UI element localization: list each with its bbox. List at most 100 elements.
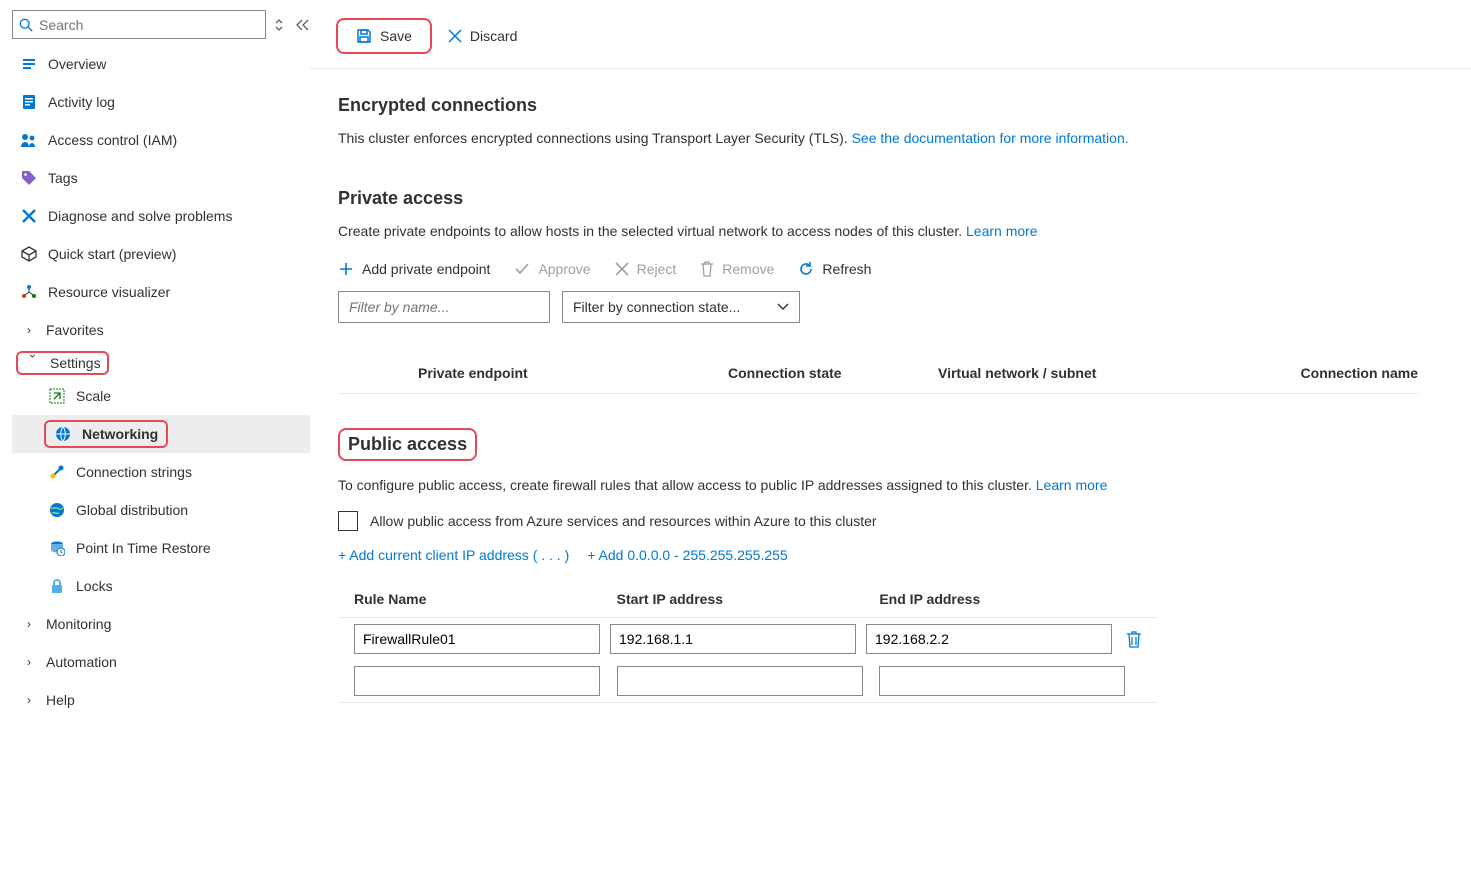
sidebar-item-label: Access control (IAM) bbox=[48, 132, 177, 148]
access-control-icon bbox=[20, 131, 38, 149]
col-vnet-subnet: Virtual network / subnet bbox=[938, 365, 1248, 381]
rule-name-input[interactable] bbox=[354, 666, 600, 696]
sidebar-group-automation[interactable]: › Automation bbox=[12, 643, 310, 681]
end-ip-input[interactable] bbox=[879, 666, 1125, 696]
chevron-right-icon: › bbox=[20, 323, 38, 337]
sidebar-group-label: Monitoring bbox=[46, 616, 111, 632]
networking-icon bbox=[54, 425, 72, 443]
reject-button: Reject bbox=[615, 261, 677, 277]
public-learn-more-link[interactable]: Learn more bbox=[1036, 477, 1108, 493]
discard-button[interactable]: Discard bbox=[438, 24, 527, 48]
save-icon bbox=[356, 28, 372, 44]
col-rule-name: Rule Name bbox=[354, 591, 617, 607]
sidebar-item-label: Tags bbox=[48, 170, 78, 186]
col-connection-name: Connection name bbox=[1248, 365, 1418, 381]
tags-icon bbox=[20, 169, 38, 187]
add-client-ip-link[interactable]: + Add current client IP address ( . . . … bbox=[338, 547, 569, 563]
public-heading: Public access bbox=[348, 434, 467, 454]
sidebar-item-networking[interactable]: Networking bbox=[12, 415, 310, 453]
firewall-rules-table: Rule Name Start IP address End IP addres… bbox=[338, 581, 1158, 703]
private-body: Create private endpoints to allow hosts … bbox=[338, 221, 1431, 241]
x-icon bbox=[615, 262, 629, 276]
sidebar-item-locks[interactable]: Locks bbox=[12, 567, 310, 605]
sidebar-group-label: Favorites bbox=[46, 322, 104, 338]
start-ip-input[interactable] bbox=[610, 624, 856, 654]
sidebar-group-monitoring[interactable]: › Monitoring bbox=[12, 605, 310, 643]
allow-public-access-checkbox[interactable] bbox=[338, 511, 358, 531]
col-private-endpoint: Private endpoint bbox=[418, 365, 728, 381]
refresh-icon bbox=[798, 261, 814, 277]
sidebar-item-label: Locks bbox=[76, 578, 113, 594]
save-label: Save bbox=[380, 28, 412, 44]
sidebar-item-scale[interactable]: Scale bbox=[12, 377, 310, 415]
sidebar-item-label: Resource visualizer bbox=[48, 284, 170, 300]
encrypted-heading: Encrypted connections bbox=[338, 95, 1431, 116]
save-button-highlight: Save bbox=[336, 18, 432, 54]
sidebar-group-help[interactable]: › Help bbox=[12, 681, 310, 719]
rule-name-input[interactable] bbox=[354, 624, 600, 654]
filter-by-name-input[interactable] bbox=[338, 291, 550, 323]
start-ip-input[interactable] bbox=[617, 666, 863, 696]
public-access-heading-highlight: Public access bbox=[338, 428, 477, 461]
chevron-down-icon bbox=[777, 303, 789, 311]
expand-collapse-icon[interactable] bbox=[274, 18, 284, 32]
sidebar-group-label: Help bbox=[46, 692, 75, 708]
sidebar-item-overview[interactable]: Overview bbox=[12, 45, 310, 83]
sidebar-item-quick-start[interactable]: Quick start (preview) bbox=[12, 235, 310, 273]
sidebar-item-label: Networking bbox=[82, 426, 158, 442]
sidebar-item-tags[interactable]: Tags bbox=[12, 159, 310, 197]
encrypted-doc-link[interactable]: See the documentation for more informati… bbox=[852, 130, 1129, 146]
encrypted-body: This cluster enforces encrypted connecti… bbox=[338, 128, 1431, 148]
add-private-endpoint-button[interactable]: Add private endpoint bbox=[338, 261, 490, 277]
end-ip-input[interactable] bbox=[866, 624, 1112, 654]
discard-label: Discard bbox=[470, 28, 517, 44]
col-connection-state: Connection state bbox=[728, 365, 938, 381]
delete-rule-button[interactable] bbox=[1126, 630, 1142, 648]
sidebar-item-label: Activity log bbox=[48, 94, 115, 110]
sidebar-item-access-control[interactable]: Access control (IAM) bbox=[12, 121, 310, 159]
col-start-ip: Start IP address bbox=[617, 591, 880, 607]
search-input[interactable] bbox=[39, 17, 259, 33]
remove-button: Remove bbox=[700, 261, 774, 277]
point-in-time-restore-icon bbox=[48, 539, 66, 557]
filter-by-state-select[interactable]: Filter by connection state... bbox=[562, 291, 800, 323]
sidebar-group-favorites[interactable]: › Favorites bbox=[12, 311, 310, 349]
sidebar-item-label: Point In Time Restore bbox=[76, 540, 211, 556]
sidebar-item-connection-strings[interactable]: Connection strings bbox=[12, 453, 310, 491]
private-endpoint-table: Private endpoint Connection state Virtua… bbox=[338, 353, 1418, 394]
sidebar-group-settings[interactable]: › Settings bbox=[12, 349, 310, 377]
chevron-right-icon: › bbox=[20, 655, 38, 669]
sidebar-item-label: Overview bbox=[48, 56, 106, 72]
sidebar-group-label: Settings bbox=[50, 355, 101, 371]
firewall-rule-row bbox=[338, 618, 1158, 660]
collapse-sidebar-icon[interactable] bbox=[296, 19, 310, 31]
add-full-range-link[interactable]: + Add 0.0.0.0 - 255.255.255.255 bbox=[587, 547, 787, 563]
sidebar-item-diagnose[interactable]: Diagnose and solve problems bbox=[12, 197, 310, 235]
refresh-button[interactable]: Refresh bbox=[798, 261, 871, 277]
private-learn-more-link[interactable]: Learn more bbox=[966, 223, 1038, 239]
save-button[interactable]: Save bbox=[346, 24, 422, 48]
public-body: To configure public access, create firew… bbox=[338, 475, 1431, 495]
sidebar-item-global-distribution[interactable]: Global distribution bbox=[12, 491, 310, 529]
sidebar-item-activity-log[interactable]: Activity log bbox=[12, 83, 310, 121]
overview-icon bbox=[20, 55, 38, 73]
global-distribution-icon bbox=[48, 501, 66, 519]
chevron-down-icon: › bbox=[26, 354, 40, 372]
chevron-right-icon: › bbox=[20, 617, 38, 631]
plus-icon bbox=[338, 261, 354, 277]
resource-visualizer-icon bbox=[20, 283, 38, 301]
search-box[interactable] bbox=[12, 10, 266, 39]
sidebar-item-label: Global distribution bbox=[76, 502, 188, 518]
sidebar-item-label: Scale bbox=[76, 388, 111, 404]
allow-public-access-label: Allow public access from Azure services … bbox=[370, 513, 877, 529]
sidebar-item-pitr[interactable]: Point In Time Restore bbox=[12, 529, 310, 567]
firewall-rule-row bbox=[338, 660, 1158, 702]
private-heading: Private access bbox=[338, 188, 1431, 209]
sidebar-item-label: Quick start (preview) bbox=[48, 246, 176, 262]
sidebar-item-label: Connection strings bbox=[76, 464, 192, 480]
sidebar-item-resource-visualizer[interactable]: Resource visualizer bbox=[12, 273, 310, 311]
sidebar-item-label: Diagnose and solve problems bbox=[48, 208, 232, 224]
activity-log-icon bbox=[20, 93, 38, 111]
sidebar-group-label: Automation bbox=[46, 654, 117, 670]
col-end-ip: End IP address bbox=[879, 591, 1142, 607]
